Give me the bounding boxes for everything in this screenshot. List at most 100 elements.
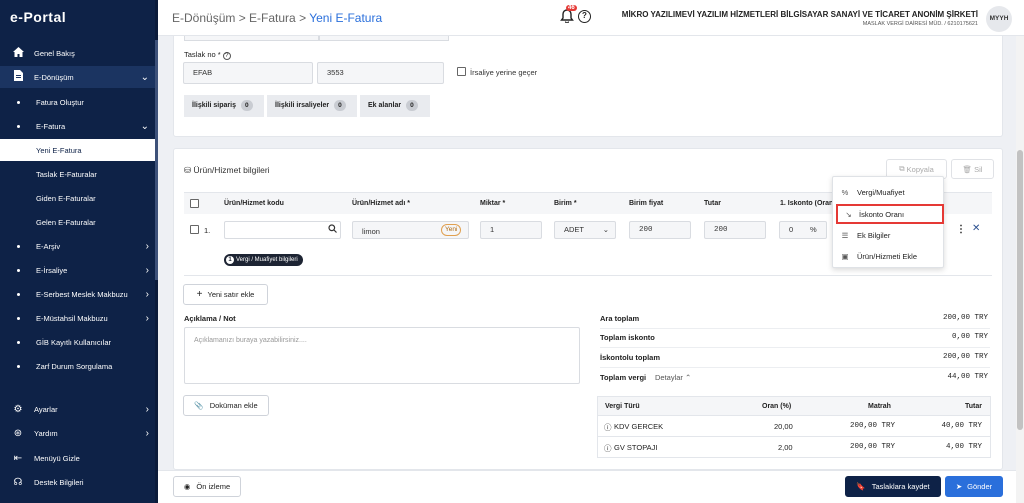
- copy-icon: ⧉: [899, 164, 905, 173]
- menu-item-ek-bilgiler[interactable]: ☰ Ek Bilgiler: [833, 225, 945, 245]
- sidebar-item-e-irsaliye[interactable]: E-İrsaliye ›: [0, 259, 155, 281]
- sidebar-item-destek[interactable]: ☊ Destek Bilgileri: [0, 471, 155, 493]
- irsaliye-checkbox[interactable]: [457, 67, 466, 76]
- quantity-input[interactable]: 1: [480, 221, 542, 239]
- search-icon[interactable]: [328, 224, 337, 235]
- sidebar-item-ayarlar[interactable]: ⚙ Ayarlar ›: [0, 398, 155, 420]
- top-bar: E-Dönüşüm > E-Fatura > Yeni E-Fatura 46 …: [158, 0, 1024, 36]
- breadcrumb-current: Yeni E-Fatura: [309, 11, 383, 25]
- close-icon[interactable]: ✕: [972, 224, 980, 234]
- sidebar-item-yardim[interactable]: ⊛ Yardım ›: [0, 422, 155, 444]
- document-icon: [12, 70, 24, 84]
- add-document-button[interactable]: 📎 Doküman ekle: [183, 395, 269, 416]
- notes-textarea[interactable]: Açıklamanızı buraya yazabilirsiniz....: [184, 327, 580, 384]
- menu-item-vergi-muafiyet[interactable]: % Vergi/Muafiyet: [833, 182, 945, 202]
- row-index: 1.: [204, 226, 211, 235]
- sidebar-item-fatura-olustur[interactable]: Fatura Oluştur: [0, 91, 155, 113]
- page-scrollbar[interactable]: [1016, 36, 1024, 503]
- sidebar-item-menuyu-gizle[interactable]: ⇤ Menüyü Gizle: [0, 447, 155, 469]
- draft-prefix-input[interactable]: EFAB: [183, 62, 313, 84]
- select-all-checkbox[interactable]: [190, 199, 199, 208]
- send-icon: ➤: [955, 482, 963, 491]
- sidebar-item-e-donusum[interactable]: E-Dönüşüm ⌄: [0, 66, 155, 88]
- row-checkbox[interactable]: [190, 225, 199, 234]
- sidebar-item-e-serbest-meslek[interactable]: E-Serbest Meslek Makbuzu ›: [0, 283, 155, 305]
- tab-count: 0: [406, 100, 418, 111]
- more-icon[interactable]: ⋮: [956, 225, 966, 235]
- sidebar-item-e-mustahsil[interactable]: E-Müstahsil Makbuzu ›: [0, 307, 155, 329]
- bullet-icon: [17, 340, 20, 344]
- sidebar-item-gib-kayitli[interactable]: GİB Kayıtlı Kullanıcılar: [0, 331, 155, 353]
- trash-icon: 🗑: [962, 164, 973, 174]
- bullet-icon: [17, 292, 20, 296]
- discounted-total-row: İskontolu toplam 200,00 TRY: [600, 348, 990, 368]
- sidebar-scrollbar[interactable]: [155, 0, 158, 503]
- chevron-down-icon: ⌄: [140, 71, 149, 83]
- app-logo: e-Portal: [10, 9, 67, 25]
- tax-info-chip[interactable]: 1 Vergi / Muafiyet bilgileri: [224, 254, 303, 266]
- company-tax-office: MASLAK VERGİ DAİRESİ MÜD. / 6210175621: [862, 21, 978, 27]
- discount-input[interactable]: 0%: [779, 221, 827, 239]
- sidebar-item-taslak-e-faturalar[interactable]: Taslak E-Faturalar: [0, 163, 155, 185]
- tab-iliskili-siparis[interactable]: İlişkili sipariş 0: [184, 95, 264, 117]
- col-code: Ürün/Hizmet kodu: [224, 200, 284, 207]
- unit-price-input[interactable]: 200: [629, 221, 691, 239]
- bullet-icon: [17, 244, 20, 248]
- delete-button[interactable]: 🗑 Sil: [951, 159, 994, 179]
- bullet-icon: [17, 124, 20, 128]
- notification-badge: 46: [566, 5, 577, 11]
- chevron-down-icon: ⌄: [602, 225, 609, 234]
- sidebar-item-e-fatura[interactable]: E-Fatura ⌄: [0, 115, 155, 137]
- trend-down-icon: ↘: [845, 209, 852, 219]
- avatar[interactable]: MYYH: [986, 6, 1012, 32]
- row-actions-menu: % Vergi/Muafiyet ↘ İskonto Oranı ☰ Ek Bilgi…: [832, 176, 944, 268]
- tab-count: 0: [334, 100, 346, 111]
- menu-item-iskonto-orani[interactable]: ↘ İskonto Oranı: [836, 204, 944, 224]
- amount-input[interactable]: 200: [704, 221, 766, 239]
- notes-label: Açıklama / Not: [184, 314, 236, 323]
- sidebar-item-gelen-e-faturalar[interactable]: Gelen E-Faturalar: [0, 211, 155, 233]
- collapse-icon: ⇤: [13, 452, 23, 464]
- save-icon: ▣: [841, 251, 849, 261]
- chevron-right-icon: ›: [145, 427, 149, 439]
- eye-icon: ◉: [183, 482, 191, 491]
- help-icon: ⊛: [13, 427, 23, 439]
- tab-ek-alanlar[interactable]: Ek alanlar 0: [360, 95, 430, 117]
- company-info: MİKRO YAZILIMEVİ YAZILIM HİZMETLERİ BİLG…: [622, 10, 978, 27]
- sidebar: e-Portal Genel Bakış E-Dönüşüm ⌄ Fatura …: [0, 0, 158, 503]
- tab-count: 0: [240, 100, 253, 111]
- info-icon: ?: [222, 52, 231, 60]
- product-code-input[interactable]: [224, 221, 341, 239]
- company-name: MİKRO YAZILIMEVİ YAZILIM HİZMETLERİ BİLG…: [621, 10, 978, 19]
- list-icon: ☰: [841, 230, 849, 240]
- sidebar-item-e-arsiv[interactable]: E-Arşiv ›: [0, 235, 155, 257]
- draft-number-input[interactable]: 3553: [317, 62, 444, 84]
- sidebar-item-giden-e-faturalar[interactable]: Giden E-Faturalar: [0, 187, 155, 209]
- chevron-right-icon: ›: [145, 403, 149, 415]
- tax-table-header: Vergi Türü Oran (%) Matrah Tutar: [597, 396, 991, 416]
- col-name: Ürün/Hizmet adı *: [352, 200, 410, 207]
- sidebar-item-genel-bakis[interactable]: Genel Bakış: [0, 42, 155, 64]
- breadcrumb-e-fatura[interactable]: E-Fatura: [249, 11, 296, 25]
- headset-icon: ☊: [13, 476, 23, 488]
- save-draft-button[interactable]: 🔖 Taslaklara kaydet: [845, 476, 941, 497]
- tab-iliskili-irsaliyeler[interactable]: İlişkili irsaliyeler 0: [267, 95, 357, 117]
- help-icon[interactable]: ?: [578, 10, 591, 23]
- preview-button[interactable]: ◉ Ön izleme: [173, 476, 241, 497]
- add-row-button[interactable]: + Yeni satır ekle: [183, 284, 268, 305]
- details-toggle[interactable]: Detaylar ⌃: [655, 373, 691, 382]
- col-amount: Tutar: [704, 200, 721, 207]
- sidebar-item-yeni-e-fatura[interactable]: Yeni E-Fatura: [0, 139, 155, 161]
- table-row: ⓘ GV STOPAJI 2,00 200,00 TRY 4,00 TRY: [597, 437, 991, 458]
- sidebar-item-zarf-durum[interactable]: Zarf Durum Sorgulama: [0, 355, 155, 377]
- unit-select[interactable]: ADET ⌄: [554, 221, 616, 239]
- send-button[interactable]: ➤ Gönder: [945, 476, 1003, 497]
- breadcrumb-e-donusum[interactable]: E-Dönüşüm: [172, 11, 235, 25]
- menu-item-urun-hizmet-ekle[interactable]: ▣ Ürün/Hizmeti Ekle: [833, 246, 945, 266]
- prev-field-stub: [319, 36, 449, 41]
- new-badge: Yeni: [441, 224, 462, 236]
- plus-icon: +: [196, 289, 203, 300]
- draft-card: [173, 36, 1003, 137]
- home-icon: [12, 46, 24, 60]
- bell-icon[interactable]: [560, 9, 574, 24]
